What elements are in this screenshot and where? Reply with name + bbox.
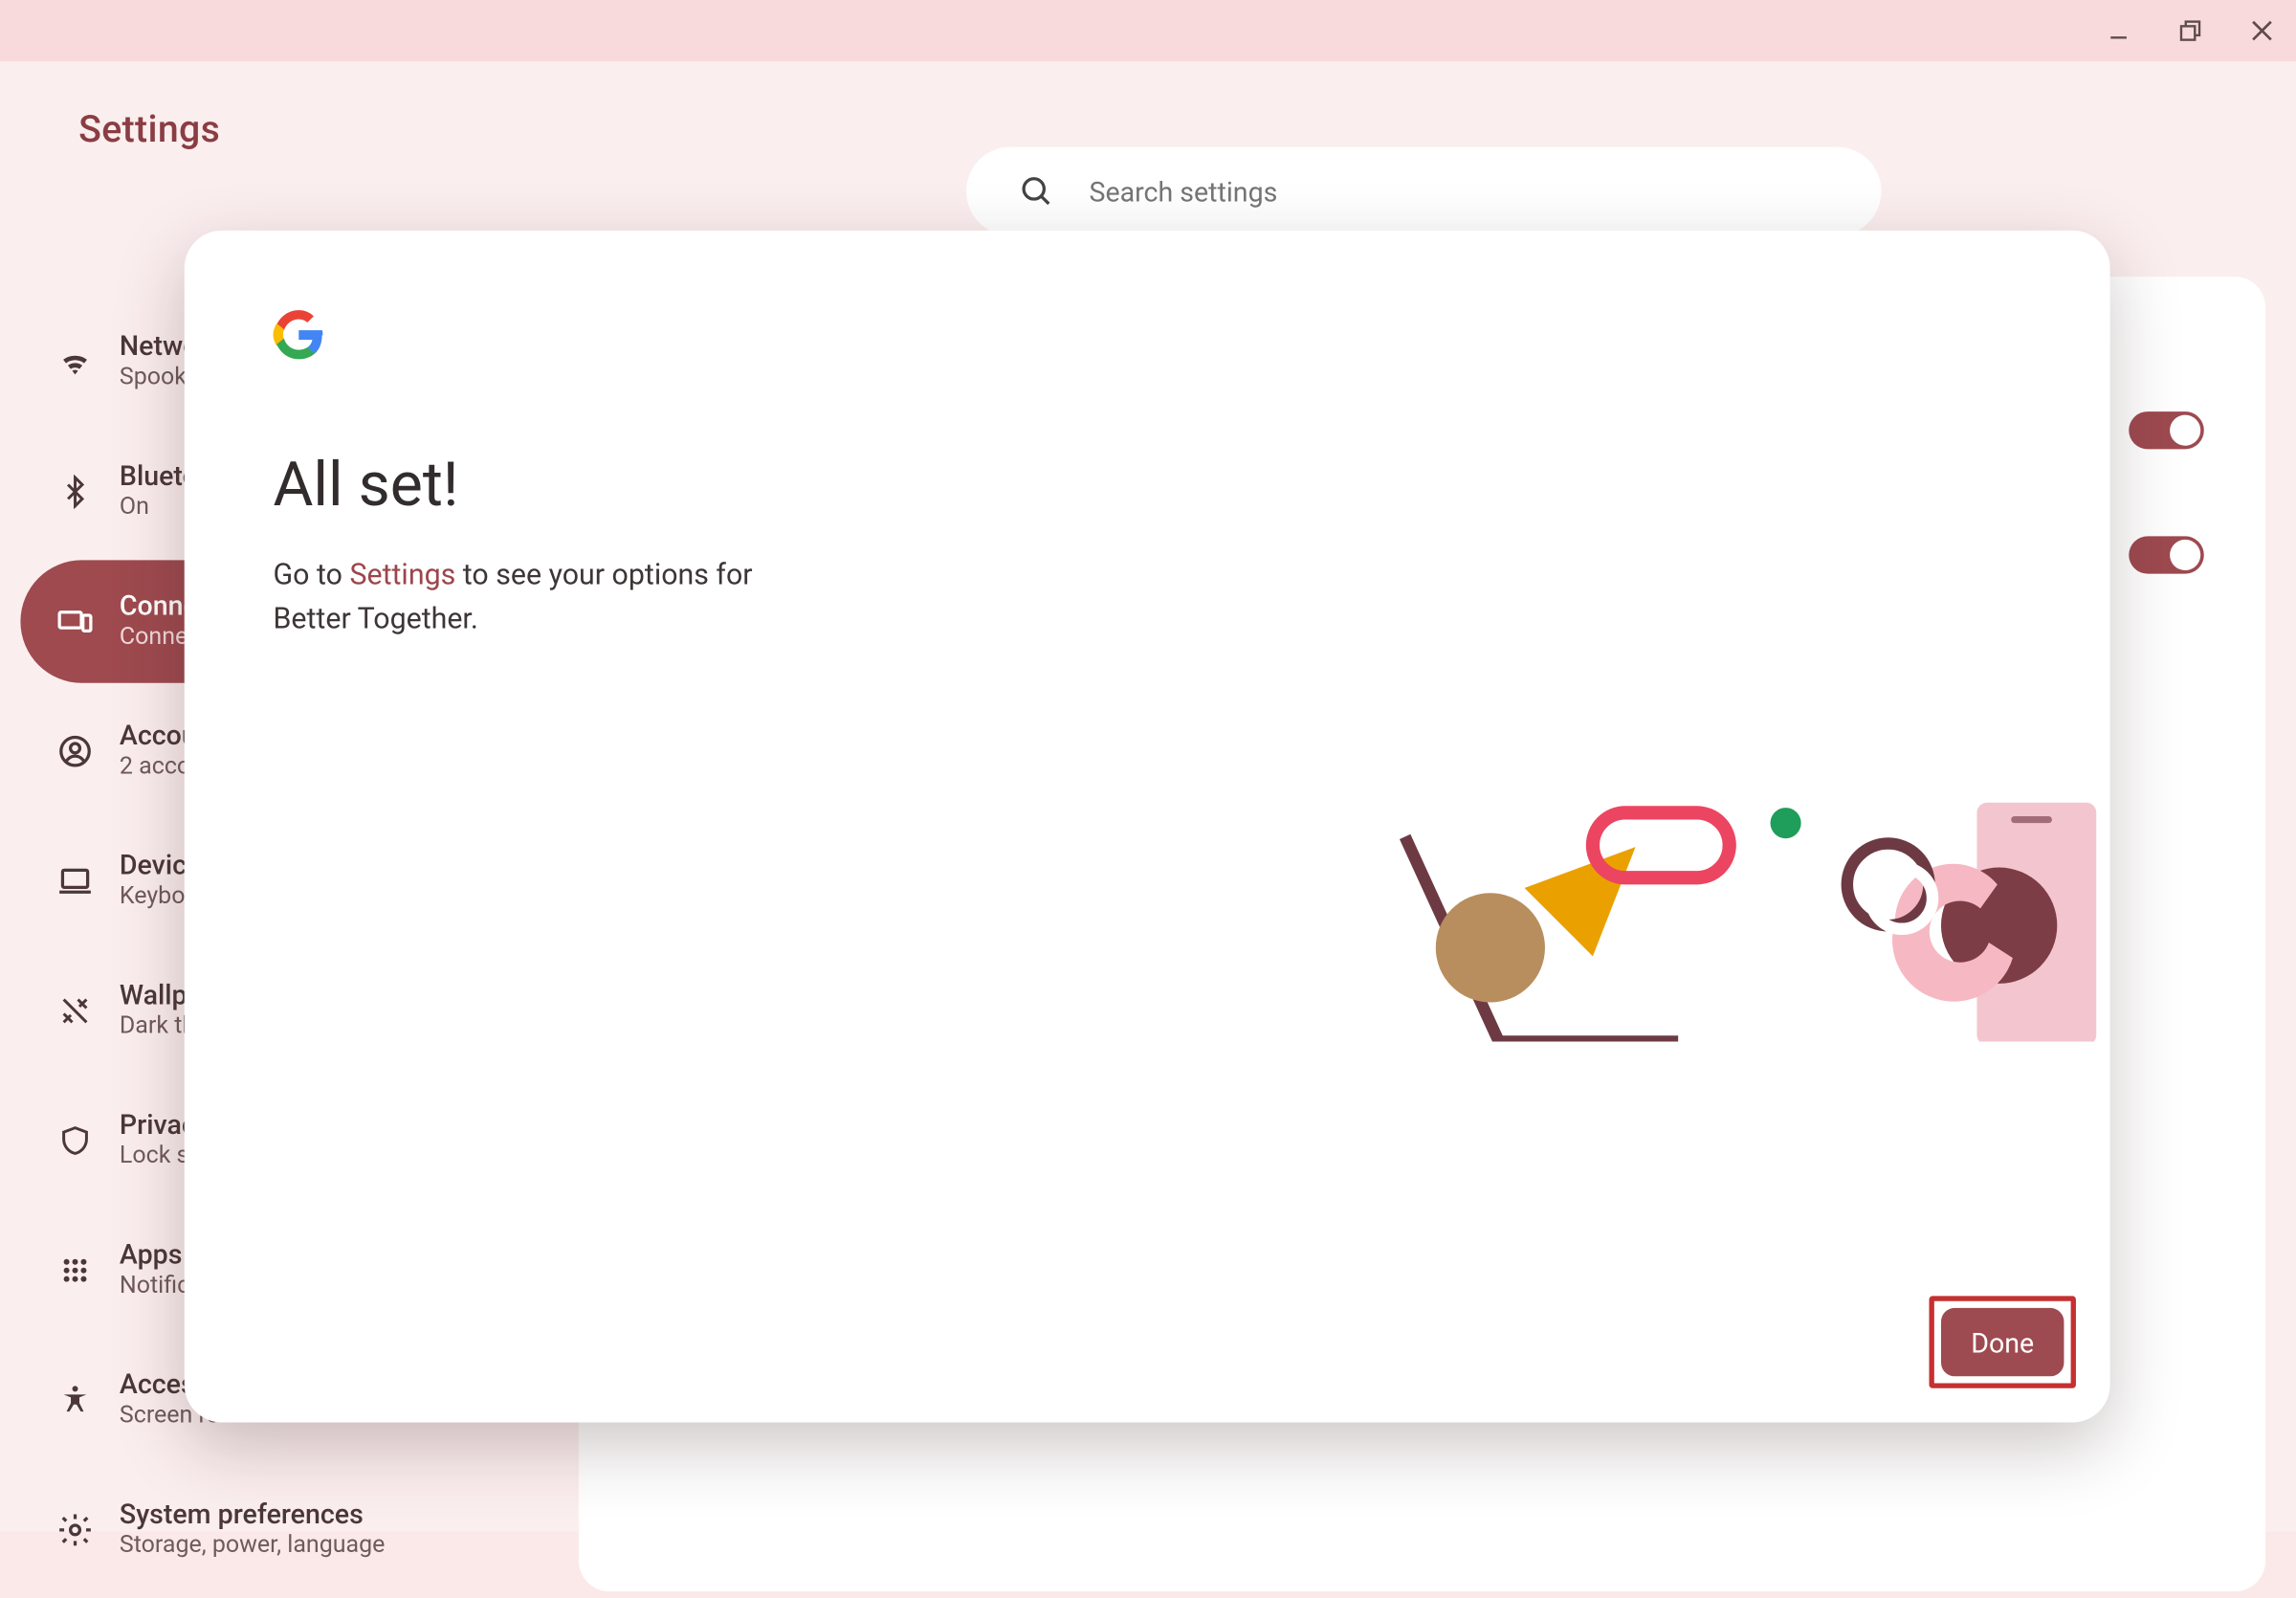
dialog-body-prefix: Go to bbox=[274, 559, 350, 593]
window-minimize-button[interactable] bbox=[2102, 13, 2136, 48]
settings-link[interactable]: Settings bbox=[349, 559, 455, 593]
dialog-overlay: All set! Go to Settings to see your opti… bbox=[0, 61, 2296, 1531]
all-set-dialog: All set! Go to Settings to see your opti… bbox=[185, 231, 2110, 1423]
window-titlebar bbox=[0, 0, 2296, 61]
window-restore-button[interactable] bbox=[2174, 13, 2208, 48]
done-button-highlight: Done bbox=[1929, 1296, 2075, 1387]
dialog-title: All set! bbox=[274, 449, 2021, 521]
dialog-body: Go to Settings to see your options for B… bbox=[274, 555, 837, 642]
sidebar-item-sub: Storage, power, language bbox=[120, 1532, 385, 1562]
window-close-button[interactable] bbox=[2245, 13, 2280, 48]
google-logo-icon bbox=[274, 309, 325, 361]
better-together-illustration bbox=[1140, 632, 2096, 1041]
done-button[interactable]: Done bbox=[1941, 1308, 2064, 1376]
